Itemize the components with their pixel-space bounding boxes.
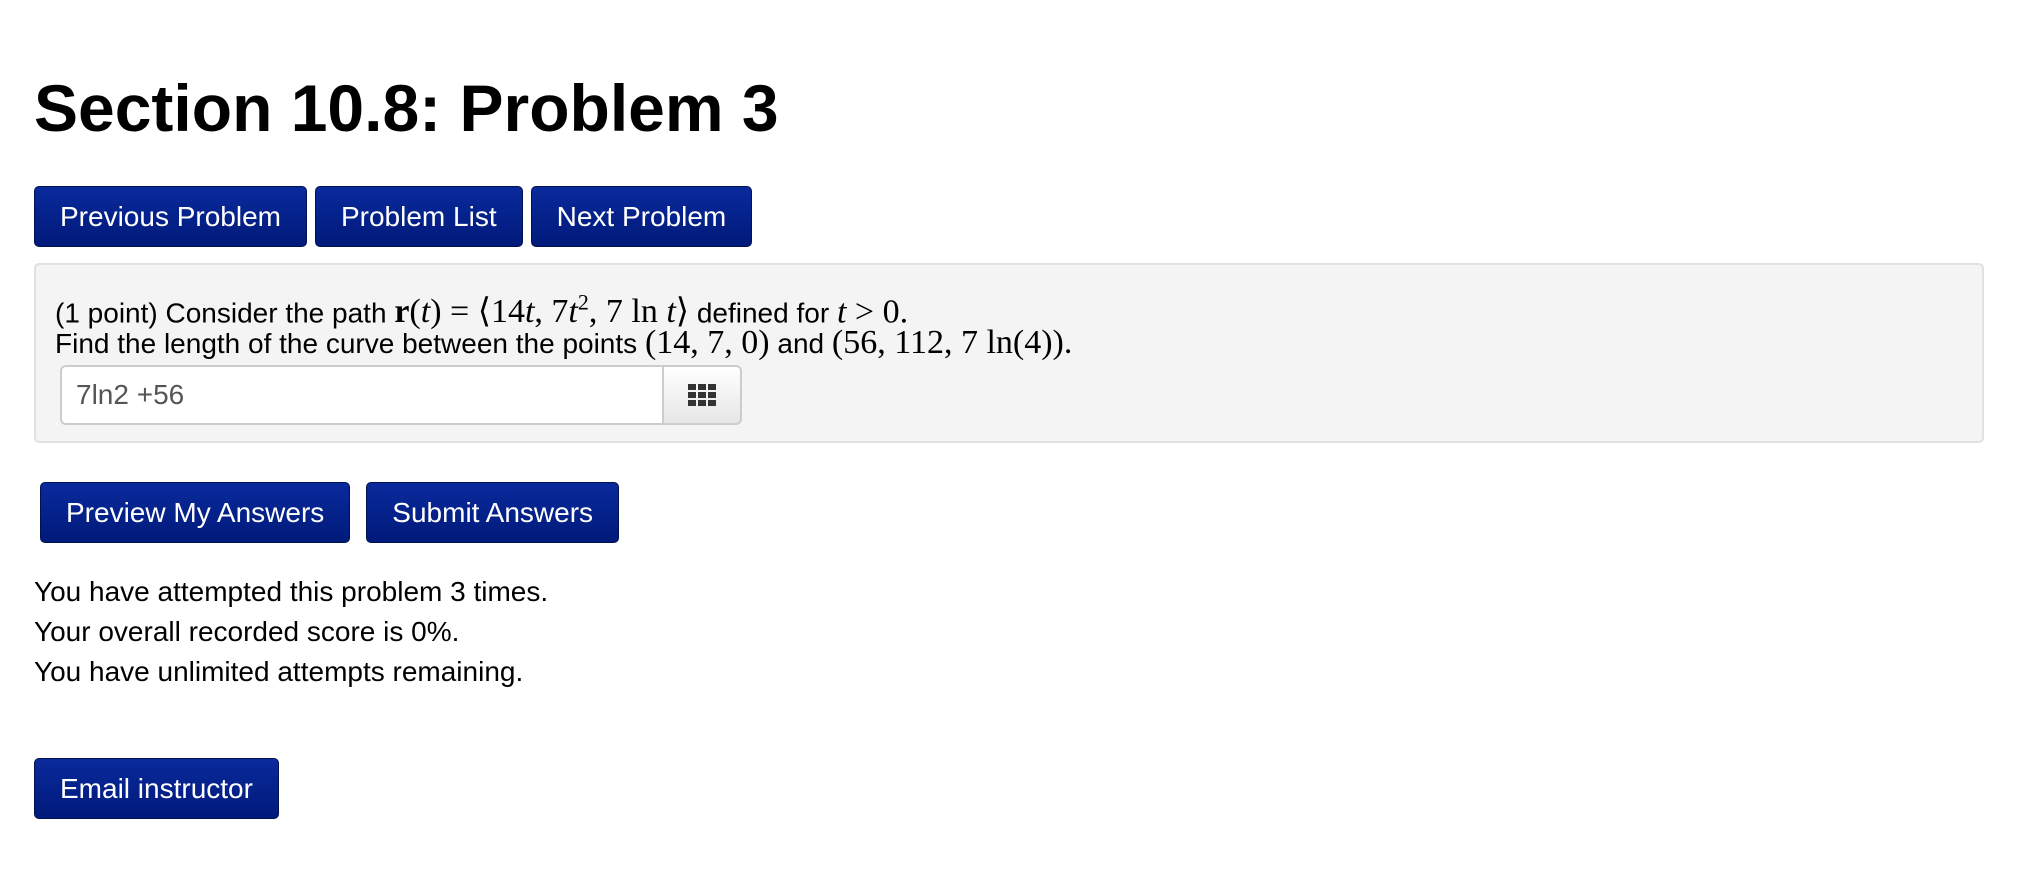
attempt-status: You have attempted this problem 3 times.… — [34, 572, 548, 692]
score-text: Your overall recorded score is 0%. — [34, 616, 460, 647]
email-section: Email instructor — [34, 758, 279, 819]
email-instructor-button[interactable]: Email instructor — [34, 758, 279, 819]
previous-problem-button[interactable]: Previous Problem — [34, 186, 307, 247]
and-text: and — [777, 328, 825, 359]
answer-field[interactable]: 7ln2 +56 — [60, 365, 662, 425]
equation-editor-button[interactable] — [662, 365, 742, 425]
answer-input-group: 7ln2 +56 — [60, 365, 742, 425]
attempts-text: You have attempted this problem 3 times. — [34, 576, 549, 607]
next-problem-button[interactable]: Next Problem — [530, 186, 753, 247]
problem-navigation: Previous Problem Problem List Next Probl… — [34, 186, 753, 247]
start-point: (14, 7, 0) — [644, 324, 770, 361]
find-length-text: Find the length of the curve between the… — [55, 328, 638, 359]
preview-answers-button[interactable]: Preview My Answers — [40, 482, 351, 543]
problem-panel: (1 point) Consider the path r(t) = ⟨14t,… — [34, 263, 1984, 443]
grid-keypad-icon — [688, 384, 716, 406]
page-title: Section 10.8: Problem 3 — [34, 71, 779, 145]
end-point: (56, 112, 7 ln(4)). — [831, 324, 1073, 361]
problem-list-button[interactable]: Problem List — [314, 186, 523, 247]
remaining-attempts-text: You have unlimited attempts remaining. — [34, 656, 524, 687]
answer-actions: Preview My Answers Submit Answers — [40, 482, 620, 543]
problem-statement-line-2: Find the length of the curve between the… — [55, 323, 1072, 364]
submit-answers-button[interactable]: Submit Answers — [366, 482, 620, 543]
